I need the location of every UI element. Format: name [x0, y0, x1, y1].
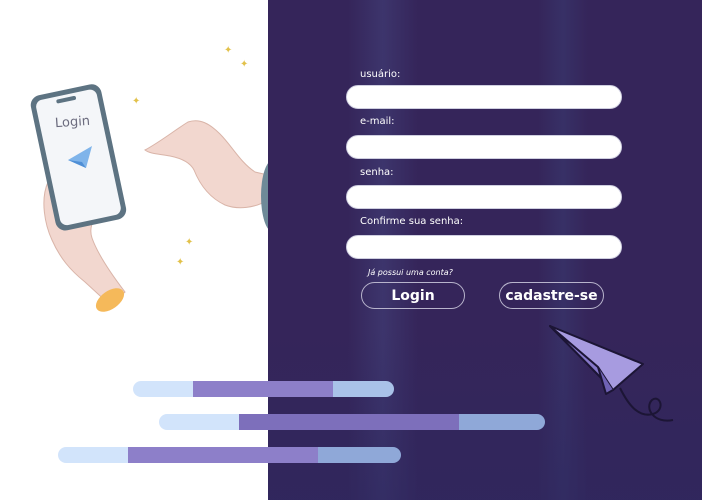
paper-plane-icon	[549, 325, 674, 422]
email-label: e-mail:	[360, 116, 395, 127]
login-button[interactable]: Login	[361, 282, 465, 309]
already-have-account-text: Já possui uma conta?	[368, 268, 453, 277]
signup-button[interactable]: cadastre-se	[499, 282, 604, 309]
portal-shape	[261, 163, 268, 229]
confirm-password-label: Confirme sua senha:	[360, 216, 464, 227]
confirm-password-input[interactable]	[346, 235, 622, 259]
password-input[interactable]	[346, 185, 622, 209]
username-input[interactable]	[346, 85, 622, 109]
decorative-stripe	[133, 381, 394, 397]
username-label: usuário:	[360, 69, 401, 80]
sparkle-icon: ✦	[224, 45, 233, 56]
email-input[interactable]	[346, 135, 622, 159]
decorative-stripe	[159, 414, 545, 430]
phone-title: Login	[54, 113, 91, 132]
decorative-stripe	[58, 447, 401, 463]
sparkle-icon: ✦	[132, 96, 141, 107]
sparkle-icon: ✦	[176, 257, 185, 268]
sparkle-icon: ✦	[185, 237, 194, 248]
password-label: senha:	[360, 167, 394, 178]
sparkle-icon: ✦	[240, 59, 249, 70]
